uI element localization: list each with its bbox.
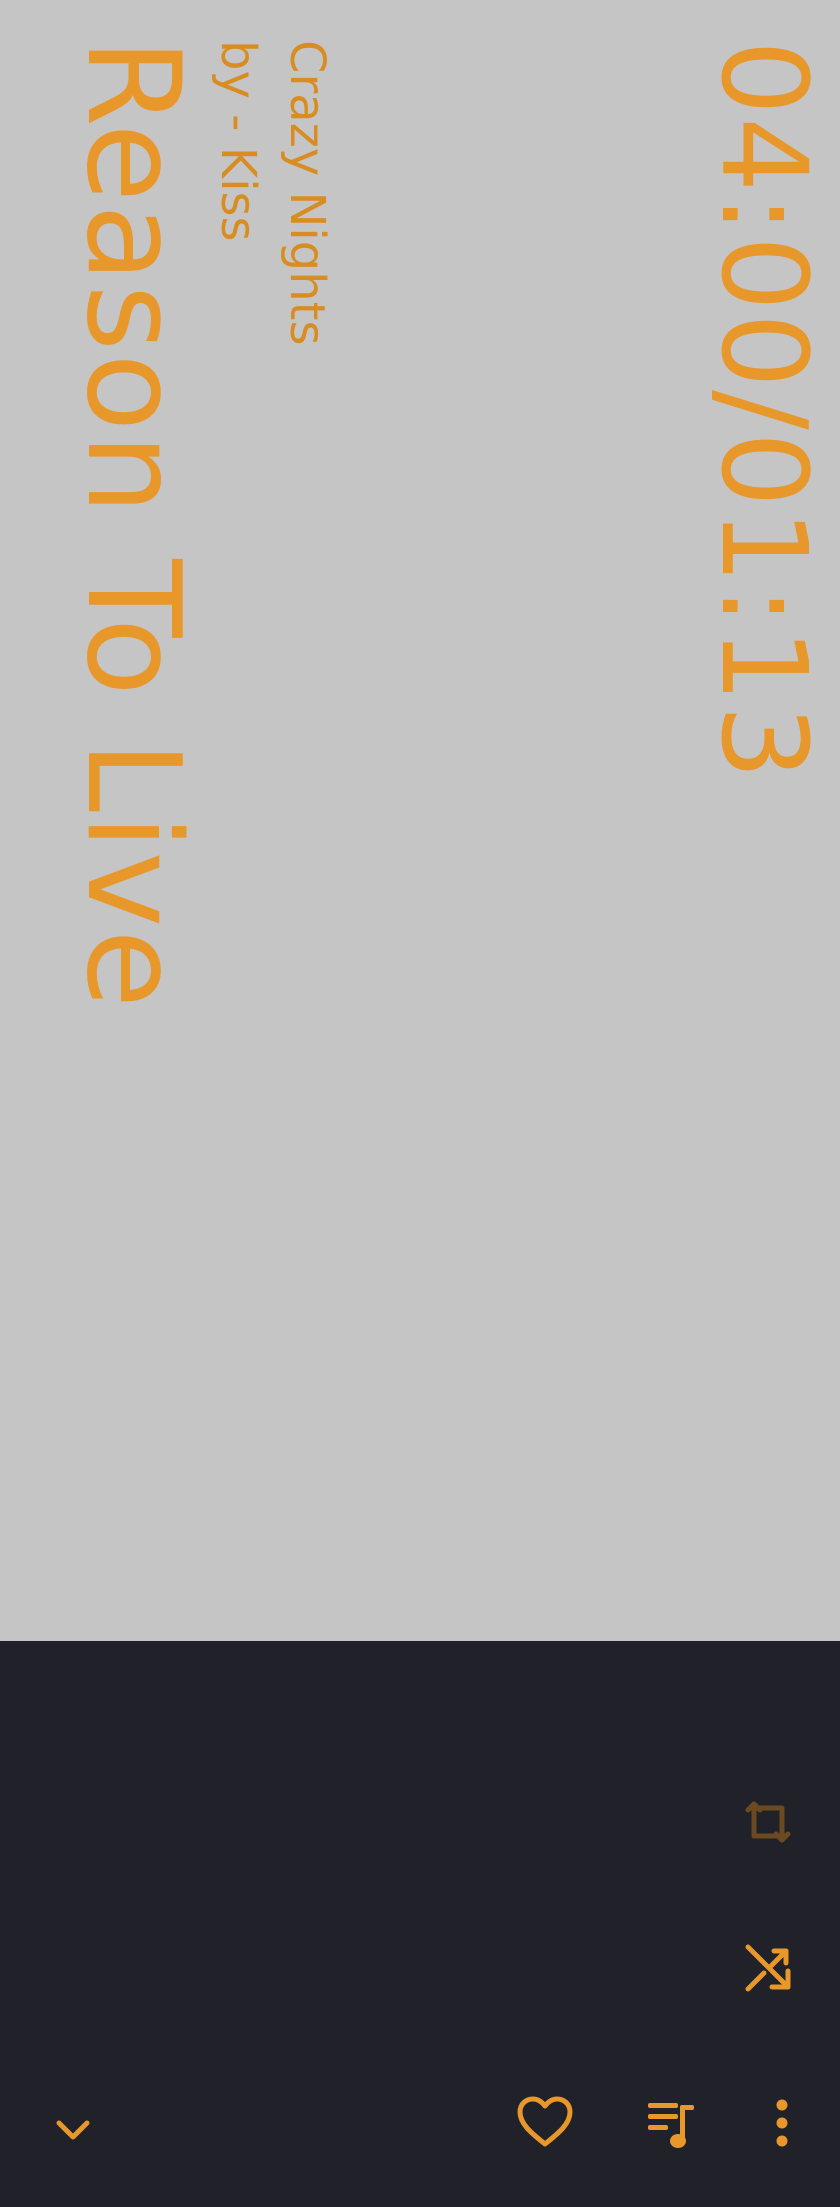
song-title: Reason To Live (58, 38, 207, 1010)
more-options-button[interactable] (770, 2098, 794, 2148)
time-display: 04:00/01:13 (695, 40, 833, 782)
favorite-button[interactable] (516, 2095, 574, 2149)
shuffle-button[interactable] (740, 1941, 796, 1997)
more-vert-icon (770, 2098, 794, 2148)
chevron-down-icon (52, 2109, 94, 2151)
queue-music-icon (644, 2095, 700, 2151)
queue-button[interactable] (644, 2095, 700, 2151)
heart-icon (516, 2095, 574, 2149)
collapse-button[interactable] (52, 2109, 94, 2151)
shuffle-icon (740, 1941, 796, 1997)
artist-name: by - Kiss (210, 40, 266, 242)
repeat-button[interactable] (740, 1794, 796, 1850)
now-playing-art-area: 04:00/01:13 Crazy Nights by - Kiss Reaso… (0, 0, 840, 1641)
repeat-icon (740, 1794, 796, 1850)
album-name: Crazy Nights (279, 40, 335, 346)
player-controls-panel (0, 1641, 840, 2207)
